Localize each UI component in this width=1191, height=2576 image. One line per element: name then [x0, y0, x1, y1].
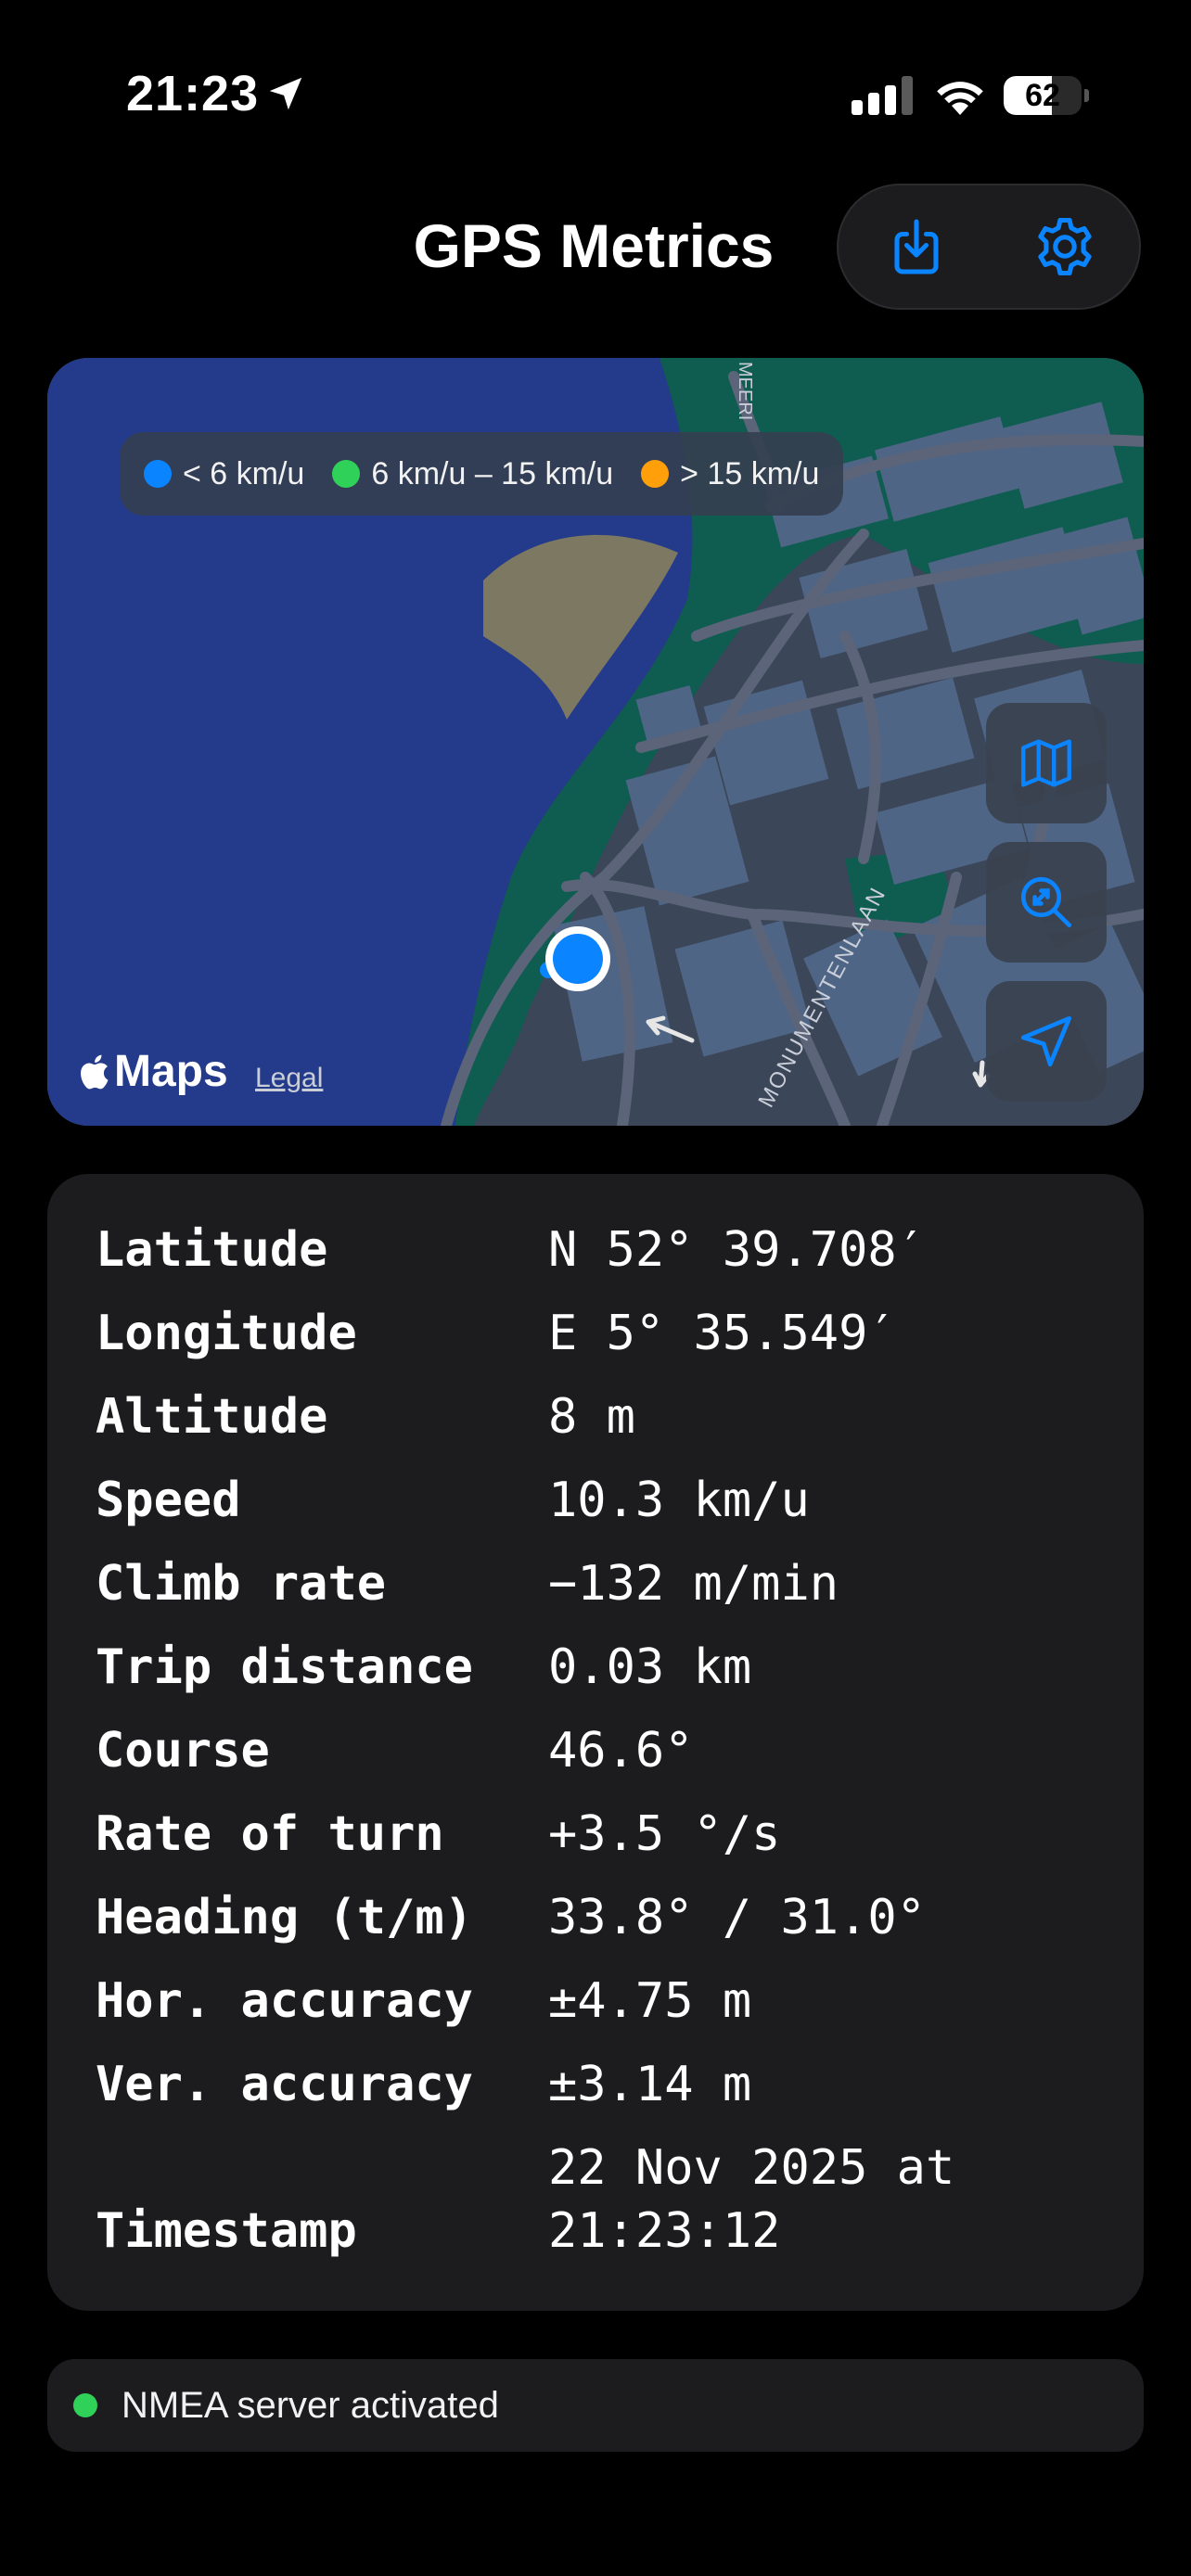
- metric-value: +3.5 °/s: [548, 1806, 781, 1862]
- gear-icon: [1038, 217, 1092, 276]
- current-location-dot: [553, 934, 603, 984]
- legend-dot-fast: [641, 460, 670, 488]
- location-arrow-icon: [269, 77, 302, 110]
- legend-item-fast: > 15 km/u: [641, 456, 819, 492]
- legend-item-medium: 6 km/u – 15 km/u: [332, 456, 613, 492]
- metric-label: Altitude: [96, 1389, 328, 1445]
- metric-value: ±4.75 m: [548, 1973, 752, 2029]
- export-button[interactable]: [840, 185, 992, 308]
- server-status-dot: [73, 2393, 97, 2417]
- metric-value: 8 m: [548, 1389, 635, 1445]
- map-icon: [1021, 739, 1071, 787]
- location-arrow-icon: [1020, 1015, 1072, 1067]
- metric-label: Ver. accuracy: [96, 2057, 473, 2112]
- metric-label: Trip distance: [96, 1639, 473, 1695]
- battery-icon: 62: [1004, 76, 1089, 115]
- metric-label: Rate of turn: [96, 1806, 444, 1862]
- map-type-button[interactable]: [986, 703, 1107, 823]
- metric-value: −132 m/min: [548, 1556, 839, 1612]
- metric-value: E 5° 35.549′: [548, 1306, 897, 1361]
- metric-label: Heading (t/m): [96, 1890, 473, 1945]
- zoom-to-fit-button[interactable]: [986, 842, 1107, 963]
- metric-value: 0.03 km: [548, 1639, 752, 1695]
- legal-link[interactable]: Legal: [255, 1063, 323, 1094]
- battery-tip: [1084, 89, 1089, 102]
- nmea-server-status: NMEA server activated: [47, 2359, 1144, 2452]
- legend-label-medium: 6 km/u – 15 km/u: [371, 455, 614, 491]
- battery-level: 62: [1025, 78, 1060, 113]
- legend-dot-medium: [332, 460, 361, 488]
- toolbar: [837, 184, 1141, 310]
- street-label-meeri: MEERI: [735, 362, 755, 420]
- track-location-button[interactable]: [986, 981, 1107, 1102]
- status-time: 21:23: [126, 66, 260, 121]
- metric-label: Climb rate: [96, 1556, 387, 1612]
- metric-label: Longitude: [96, 1306, 357, 1361]
- metric-value: N 52° 39.708′: [548, 1222, 926, 1278]
- metric-label: Timestamp: [96, 2203, 357, 2259]
- apple-logo-icon: [81, 1054, 109, 1089]
- wifi-icon: [937, 82, 983, 115]
- legend-label-slow: < 6 km/u: [183, 455, 305, 491]
- metrics-card: Latitude N 52° 39.708′ Longitude E 5° 35…: [47, 1174, 1144, 2311]
- cellular-signal-icon: [852, 76, 913, 115]
- battery-body: 62: [1004, 76, 1082, 115]
- zoom-to-fit-icon: [1020, 876, 1072, 928]
- legend-label-fast: > 15 km/u: [680, 455, 820, 491]
- legend-item-slow: < 6 km/u: [144, 456, 304, 492]
- maps-logo-text: Maps: [114, 1047, 228, 1096]
- status-bar: 21:23 62: [0, 0, 1191, 185]
- map-view[interactable]: MEERI MONUMENTENLAAN < 6 km/u 6 km/u – 1…: [47, 358, 1144, 1126]
- download-tray-icon: [894, 219, 939, 274]
- metric-value: 10.3 km/u: [548, 1473, 810, 1528]
- apple-maps-logo: Maps: [75, 1046, 228, 1097]
- metric-label: Course: [96, 1723, 270, 1779]
- metric-label: Hor. accuracy: [96, 1973, 473, 2029]
- page-title: GPS Metrics: [413, 211, 775, 280]
- metric-value: 22 Nov 2025 at 21:23:12: [548, 2140, 955, 2259]
- settings-button[interactable]: [989, 185, 1141, 308]
- server-status-text: NMEA server activated: [122, 2384, 499, 2426]
- metric-value: 33.8° / 31.0°: [548, 1890, 926, 1945]
- speed-legend: < 6 km/u 6 km/u – 15 km/u > 15 km/u: [120, 432, 844, 516]
- metric-value: 46.6°: [548, 1723, 694, 1779]
- legend-dot-slow: [144, 460, 172, 488]
- metric-value: ±3.14 m: [548, 2057, 752, 2112]
- metric-label: Latitude: [96, 1222, 328, 1278]
- metric-label: Speed: [96, 1473, 241, 1528]
